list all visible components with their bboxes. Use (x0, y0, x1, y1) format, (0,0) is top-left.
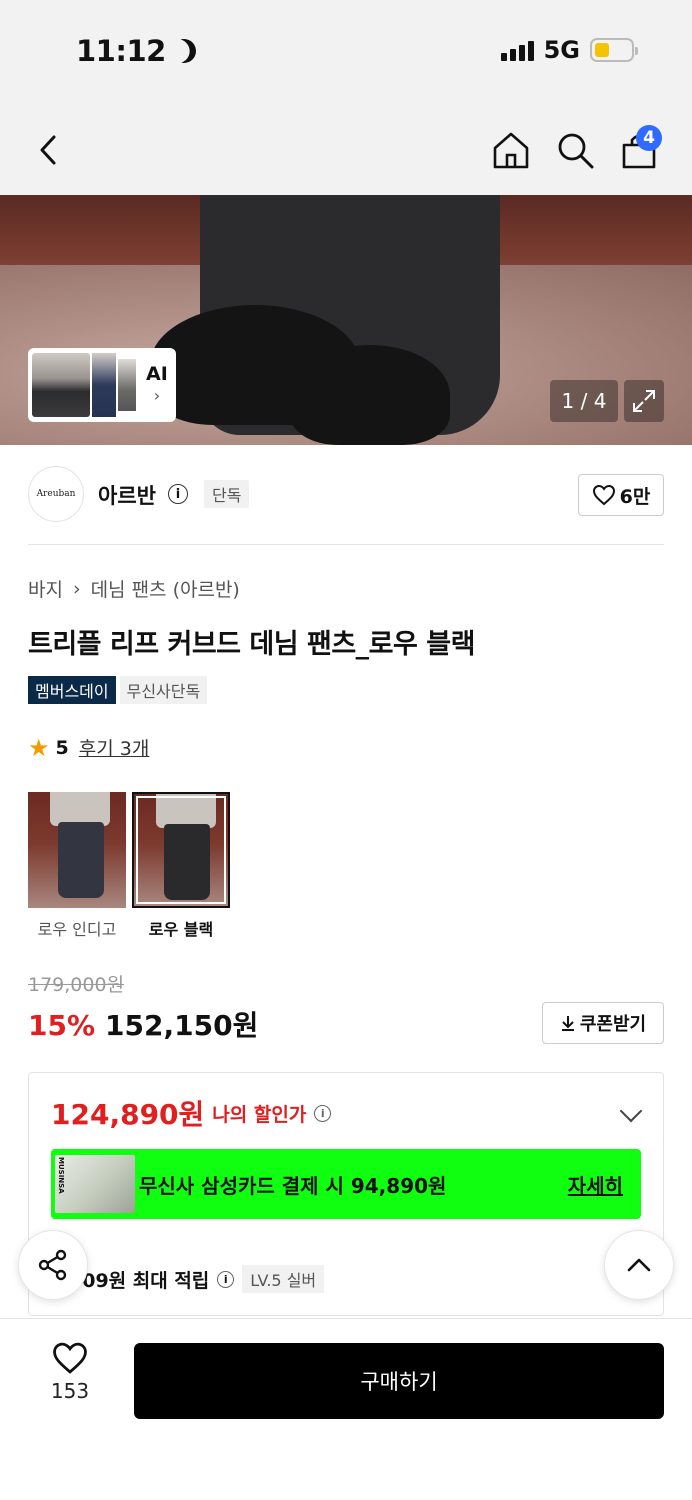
info-icon[interactable]: i (314, 1104, 332, 1122)
status-time: 11:12 (76, 34, 196, 68)
expand-icon (633, 390, 655, 412)
card-image: MUSINSA (55, 1155, 135, 1213)
variant-label: 로우 인디고 (37, 920, 117, 939)
breadcrumb-subcategory[interactable]: 데님 팬츠 (아르반) (91, 575, 240, 602)
breadcrumb: 바지 › 데님 팬츠 (아르반) (28, 575, 240, 602)
status-bar: 11:12 5G (0, 0, 692, 105)
brand-logo[interactable]: Areuban (28, 466, 84, 522)
card-detail-link[interactable]: 자세히 (568, 1170, 623, 1199)
my-discount-label: 나의 할인가 (212, 1103, 307, 1126)
coupon-label: 쿠폰받기 (579, 1014, 647, 1035)
product-tags: 멤버스데이 무신사단독 (28, 676, 208, 704)
share-button[interactable] (18, 1230, 88, 1300)
product-photo-shoe-right (290, 345, 450, 445)
ai-label-text: AI (146, 363, 168, 385)
brand-like-button[interactable]: 6만 (578, 474, 664, 516)
sale-price: 152,150원 (105, 1009, 259, 1042)
home-icon[interactable] (490, 129, 532, 171)
variant-image (28, 792, 126, 908)
card-promo-banner[interactable]: MUSINSA 무신사 삼성카드 결제 시 94,890원 자세히 (51, 1149, 641, 1219)
back-icon[interactable] (30, 130, 70, 170)
review-link[interactable]: 후기 3개 (79, 734, 150, 761)
network-type: 5G (543, 36, 580, 64)
clock-text: 11:12 (76, 34, 166, 68)
share-icon (38, 1249, 67, 1281)
member-level-tag: LV.5 실버 (242, 1265, 325, 1293)
download-icon (561, 1016, 574, 1031)
exclusive-tag: 단독 (204, 480, 250, 508)
product-like-button[interactable]: 153 (30, 1341, 110, 1403)
brand-row: Areuban 아르반 i 단독 6만 (28, 466, 664, 522)
brand-like-count: 6만 (619, 485, 651, 508)
points-text: 009원 최대 적립 (69, 1269, 210, 1292)
benefit-box: 124,890원 나의 할인가 i MUSINSA 무신사 삼성카드 결제 시 … (28, 1072, 664, 1316)
ai-label: AI › (146, 363, 168, 407)
my-price-row[interactable]: 124,890원 나의 할인가 i (51, 1093, 332, 1133)
variant-label: 로우 블랙 (148, 920, 214, 939)
breadcrumb-category[interactable]: 바지 (28, 575, 63, 602)
chevron-down-icon[interactable] (619, 1099, 643, 1123)
card-brand-text: MUSINSA (57, 1157, 65, 1194)
variant-image (132, 792, 230, 908)
heart-icon (53, 1342, 87, 1374)
expand-button[interactable] (624, 380, 664, 422)
top-nav: 4 (0, 105, 692, 195)
rating-row: ★ 5 후기 3개 (28, 734, 149, 761)
battery-icon (590, 38, 638, 62)
scroll-top-button[interactable] (604, 1230, 674, 1300)
product-title: 트리플 리프 커브드 데님 팬츠_로우 블랙 (28, 629, 475, 660)
chevron-right-icon: › (72, 577, 81, 600)
status-indicators: 5G (500, 36, 638, 64)
product-image-carousel[interactable]: AI › 1 / 4 (0, 195, 692, 445)
discount-rate: 15% (28, 1009, 96, 1042)
coupon-button[interactable]: 쿠폰받기 (542, 1002, 664, 1044)
divider (28, 544, 664, 545)
members-day-tag: 멤버스데이 (28, 676, 116, 704)
thumbnail-image (32, 353, 90, 417)
cart-count-badge: 4 (636, 125, 662, 151)
points-row: 009원 최대 적립 i LV.5 실버 (69, 1265, 325, 1293)
info-icon[interactable]: i (217, 1270, 235, 1288)
card-promo-text: 무신사 삼성카드 결제 시 94,890원 (139, 1173, 447, 1198)
search-icon[interactable] (554, 129, 596, 171)
info-icon[interactable]: i (168, 484, 188, 504)
price-row: 15% 152,150원 (28, 1004, 258, 1044)
variant-option-selected[interactable]: 로우 블랙 (132, 792, 230, 940)
product-like-count: 153 (50, 1379, 90, 1403)
image-counter: 1 / 4 (550, 380, 618, 422)
buy-button[interactable]: 구매하기 (134, 1343, 664, 1419)
original-price: 179,000원 (28, 974, 125, 996)
signal-icon (500, 39, 534, 61)
thumbnail-image (92, 353, 116, 417)
moon-icon (168, 36, 199, 67)
color-variants: 로우 인디고 로우 블랙 (28, 792, 230, 940)
my-discount-price: 124,890원 (51, 1098, 205, 1131)
brand-name[interactable]: 아르반 (98, 480, 156, 510)
thumbnail-image (118, 359, 136, 411)
ai-styling-thumbnail[interactable]: AI › (28, 348, 176, 422)
musinsa-exclusive-tag: 무신사단독 (119, 676, 208, 704)
star-icon: ★ (28, 733, 50, 762)
variant-option[interactable]: 로우 인디고 (28, 792, 126, 940)
chevron-up-icon (627, 1258, 651, 1272)
chevron-right-icon: › (153, 386, 161, 405)
bottom-action-bar: 153 구매하기 (0, 1318, 692, 1500)
heart-icon (592, 484, 615, 506)
rating-score: 5 (55, 736, 69, 759)
